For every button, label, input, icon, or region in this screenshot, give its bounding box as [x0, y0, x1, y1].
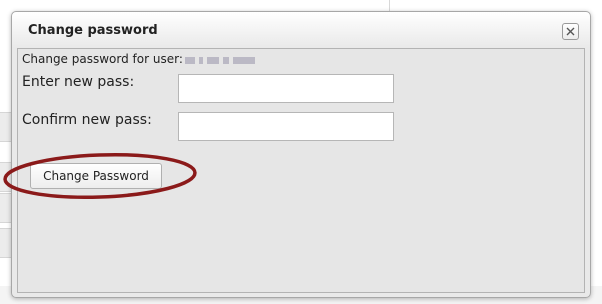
confirm-pass-label: Confirm new pass: [22, 112, 152, 128]
new-pass-input[interactable] [178, 74, 394, 103]
dialog-titlebar[interactable]: Change password [12, 12, 590, 48]
new-pass-label: Enter new pass: [22, 74, 135, 90]
close-button[interactable] [562, 23, 579, 40]
dialog-title: Change password [28, 23, 158, 38]
user-line: Change password for user: [22, 52, 259, 67]
change-password-dialog: Change password Change password for user… [11, 11, 591, 298]
redacted-username [184, 53, 259, 67]
change-password-button[interactable]: Change Password [30, 163, 162, 189]
dialog-content: Change password for user: Enter new pass… [17, 48, 585, 293]
user-prefix: Change password for user: [22, 52, 183, 66]
close-icon [566, 27, 575, 36]
confirm-pass-input[interactable] [178, 112, 394, 141]
